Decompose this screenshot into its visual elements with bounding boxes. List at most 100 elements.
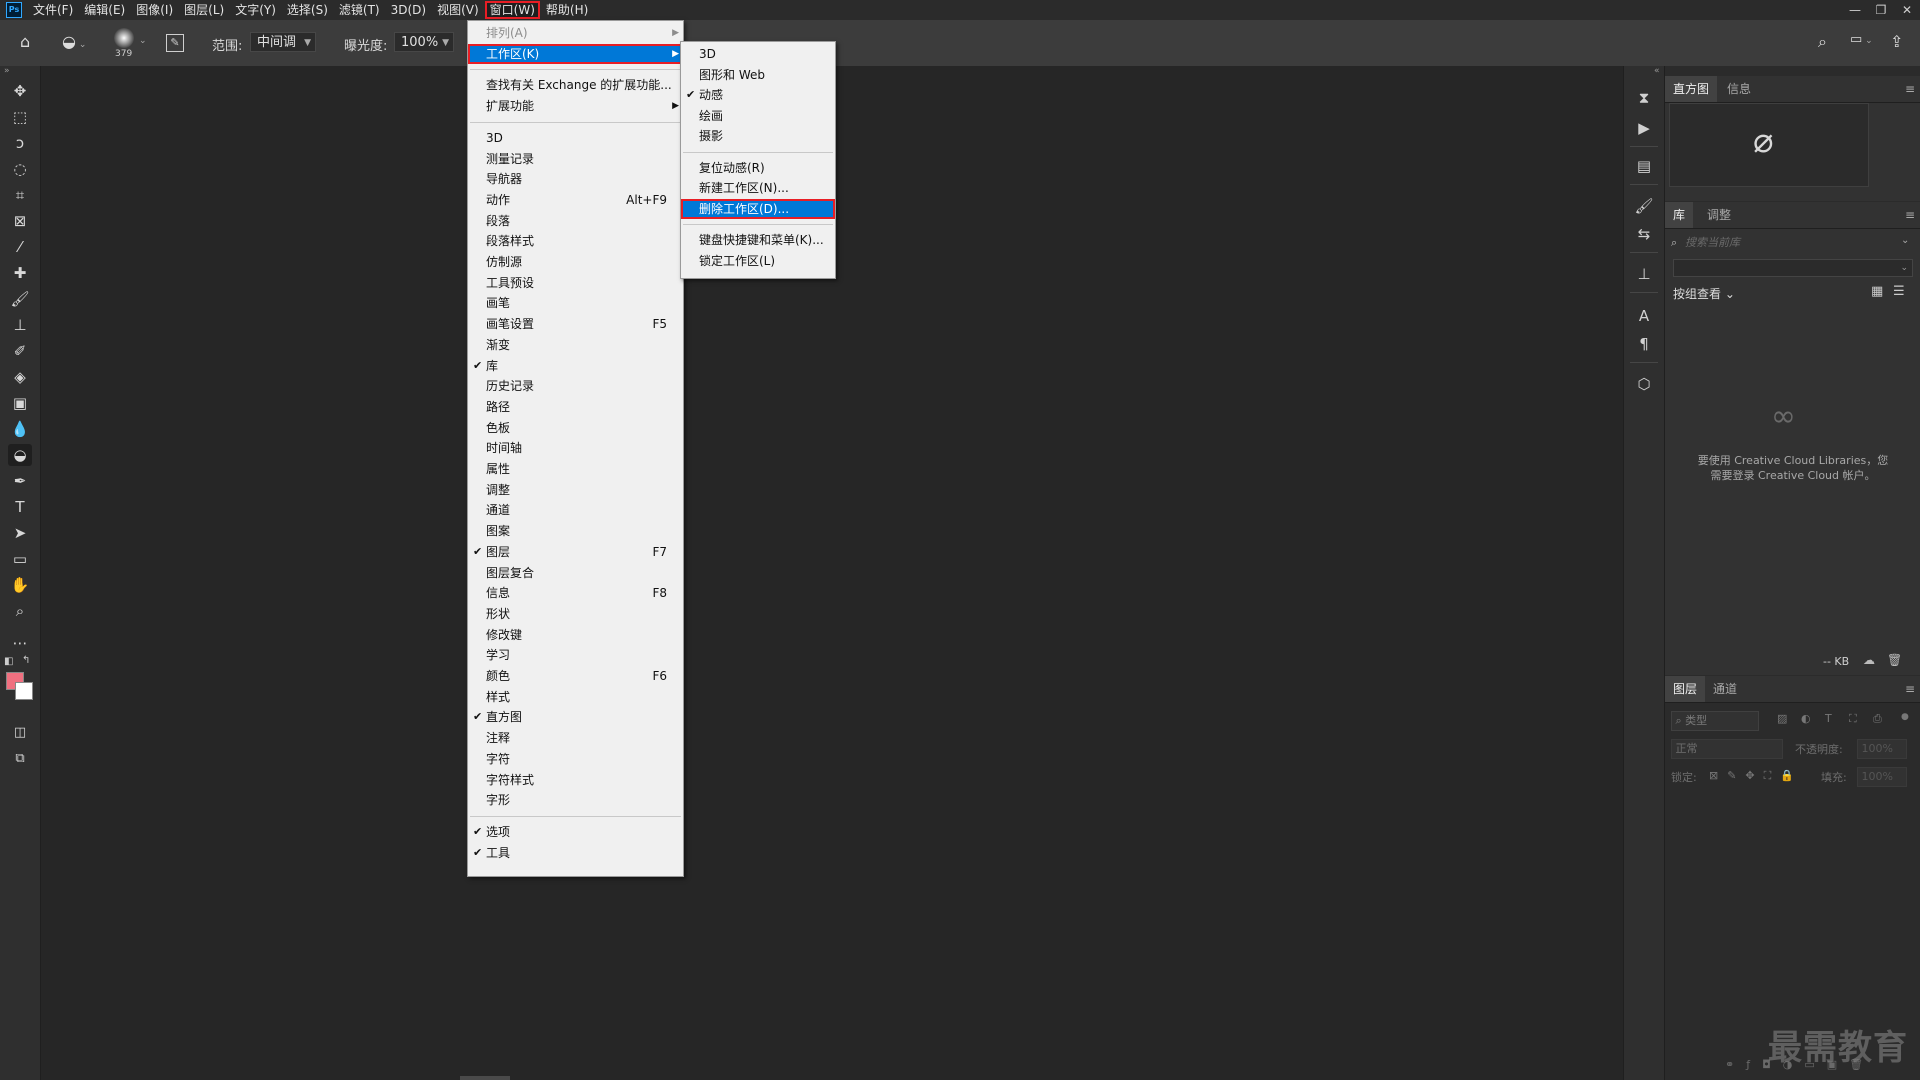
layer-filter-select[interactable]: ⌕ 类型 [1671, 711, 1759, 731]
window-menu-item[interactable]: 历史记录 [468, 376, 683, 396]
swap-colors-icon[interactable]: ↰ [22, 655, 30, 666]
pixel-filter-icon[interactable]: ▨ [1777, 712, 1787, 725]
workspace-menu-item[interactable]: ✔ 动感 [681, 85, 835, 105]
menu-8[interactable]: 3D(D) [386, 1, 431, 19]
scrollbar-handle[interactable] [460, 1076, 510, 1080]
window-menu-item[interactable]: 画笔 [468, 293, 683, 313]
brush-icon[interactable]: 🖌 [8, 288, 32, 310]
opacity-input[interactable]: 100% [1857, 739, 1907, 759]
frame-icon[interactable]: ⊠ [8, 210, 32, 232]
window-menu-item[interactable]: 注释 [468, 728, 683, 748]
brush-dropdown-icon[interactable]: ⌄ [139, 36, 147, 46]
window-menu-item[interactable]: 图层复合 [468, 563, 683, 583]
brush-settings-icon[interactable]: ✎ [166, 34, 184, 52]
clone-source-panel-icon[interactable]: ⊥ [1634, 264, 1654, 284]
character-panel-icon[interactable]: A [1634, 306, 1654, 326]
workspace-menu-item[interactable]: 新建工作区(N)... [681, 178, 835, 198]
window-menu-item[interactable]: 仿制源 [468, 252, 683, 272]
quick-mask-icon[interactable]: ◫ [8, 722, 32, 744]
stamp-icon[interactable]: ⊥ [8, 314, 32, 336]
menu-6[interactable]: 选择(S) [282, 1, 333, 19]
window-menu-item[interactable]: 扩展功能 ▶ [468, 96, 683, 116]
eraser-icon[interactable]: ◈ [8, 366, 32, 388]
tab-layers[interactable]: 图层 [1665, 676, 1706, 702]
window-menu-item[interactable]: 色板 [468, 418, 683, 438]
home-icon[interactable]: ⌂ [20, 32, 30, 51]
workspace-menu-item[interactable]: 锁定工作区(L) [681, 251, 835, 271]
fill-input[interactable]: 100% [1857, 767, 1907, 787]
menu-9[interactable]: 视图(V) [432, 1, 484, 19]
crop-icon[interactable]: ⌗ [8, 184, 32, 206]
share-icon[interactable]: ⇪ [1890, 32, 1903, 51]
blend-mode-select[interactable]: 正常 [1671, 739, 1783, 759]
window-menu-item[interactable]: 颜色 F6 [468, 666, 683, 686]
menu-7[interactable]: 滤镜(T) [334, 1, 385, 19]
lasso-icon[interactable]: ↄ [8, 132, 32, 154]
3d-panel-icon[interactable]: ⬡ [1634, 374, 1654, 394]
window-menu-item[interactable]: 样式 [468, 687, 683, 707]
blur-icon[interactable]: 💧 [8, 418, 32, 440]
window-menu-item[interactable]: 图案 [468, 521, 683, 541]
collapse-icon[interactable]: « [1654, 66, 1660, 76]
adjustment-filter-icon[interactable]: ◐ [1801, 712, 1811, 725]
lock-icons[interactable]: ⊠✎✥⛶🔒 [1709, 769, 1803, 783]
more-icon[interactable]: ⋯ [8, 632, 32, 654]
window-menu-item[interactable]: 段落样式 [468, 231, 683, 251]
tab-library[interactable]: 库 [1665, 202, 1694, 228]
window-menu-item[interactable]: 字符 [468, 749, 683, 769]
window-menu-item[interactable]: 工具预设 [468, 273, 683, 293]
window-menu-item[interactable]: 字形 [468, 790, 683, 810]
hand-icon[interactable]: ✋ [8, 574, 32, 596]
window-menu-item[interactable]: ✔ 库 [468, 356, 683, 376]
window-menu-item[interactable]: 3D [468, 128, 683, 148]
move-icon[interactable]: ✥ [8, 80, 32, 102]
window-menu-item[interactable]: ✔ 选项 [468, 822, 683, 842]
pen-icon[interactable]: ✒ [8, 470, 32, 492]
minimize-button[interactable]: — [1842, 0, 1868, 20]
workspace-menu-item[interactable]: 键盘快捷键和菜单(K)... [681, 230, 835, 250]
brush-settings-panel-icon[interactable]: 🖌 [1634, 196, 1654, 216]
adjustments-panel-icon[interactable]: ⇆ [1634, 224, 1654, 244]
history-panel-icon[interactable]: ⧗ [1634, 88, 1654, 108]
cloud-sync-icon[interactable]: ☁ [1863, 653, 1875, 667]
panel-menu-icon[interactable]: ≡ [1905, 676, 1915, 702]
screen-mode-icon[interactable]: ⧉ [8, 748, 32, 770]
menu-2[interactable]: 编辑(E) [79, 1, 130, 19]
menu-3[interactable]: 图像(I) [131, 1, 178, 19]
grid-view-icon[interactable]: ▦ [1871, 284, 1883, 299]
window-menu-item[interactable]: 工作区(K) ▶ [468, 43, 683, 64]
window-menu-item[interactable]: ✔ 工具 [468, 843, 683, 863]
window-menu-item[interactable]: 调整 [468, 480, 683, 500]
path-select-icon[interactable]: ➤ [8, 522, 32, 544]
window-menu-item[interactable]: 导航器 [468, 169, 683, 189]
panel-menu-icon[interactable]: ≡ [1905, 76, 1915, 102]
view-by-group-dropdown[interactable]: 按组查看 ⌄ [1673, 285, 1735, 302]
library-select[interactable]: ⌄ [1673, 259, 1913, 277]
window-menu-item[interactable]: 测量记录 [468, 149, 683, 169]
healing-icon[interactable]: ✚ [8, 262, 32, 284]
window-menu-item[interactable]: 时间轴 [468, 438, 683, 458]
window-menu-item[interactable]: 查找有关 Exchange 的扩展功能... [468, 75, 683, 95]
window-menu-item[interactable]: 渐变 [468, 335, 683, 355]
panel-menu-icon[interactable]: ≡ [1905, 202, 1915, 228]
menu-10[interactable]: 窗口(W) [484, 1, 540, 19]
tab-histogram[interactable]: 直方图 [1665, 76, 1718, 102]
workspace-menu-item[interactable]: 复位动感(R) [681, 158, 835, 178]
window-menu-item[interactable]: 字符样式 [468, 770, 683, 790]
window-menu-item[interactable]: 动作 Alt+F9 [468, 190, 683, 210]
workspace-menu-item[interactable]: 删除工作区(D)... [681, 198, 835, 219]
exposure-input[interactable]: 100% ▼ [394, 32, 454, 52]
marquee-icon[interactable]: ⬚ [8, 106, 32, 128]
actions-panel-icon[interactable]: ▶ [1634, 118, 1654, 138]
type-filter-icon[interactable]: T [1825, 712, 1832, 725]
collapse-icon[interactable]: » [4, 66, 10, 76]
default-colors-icon[interactable]: ◧ [4, 656, 13, 667]
dodge-icon[interactable]: ◒ [8, 444, 32, 466]
menu-11[interactable]: 帮助(H) [541, 1, 593, 19]
window-menu-item[interactable]: 路径 [468, 397, 683, 417]
chevron-down-icon[interactable]: ⌄ [1901, 235, 1909, 246]
properties-panel-icon[interactable]: ▤ [1634, 156, 1654, 176]
tab-channels[interactable]: 通道 [1705, 676, 1745, 702]
brush-preview-icon[interactable] [114, 28, 134, 48]
background-color-swatch[interactable] [15, 682, 33, 700]
